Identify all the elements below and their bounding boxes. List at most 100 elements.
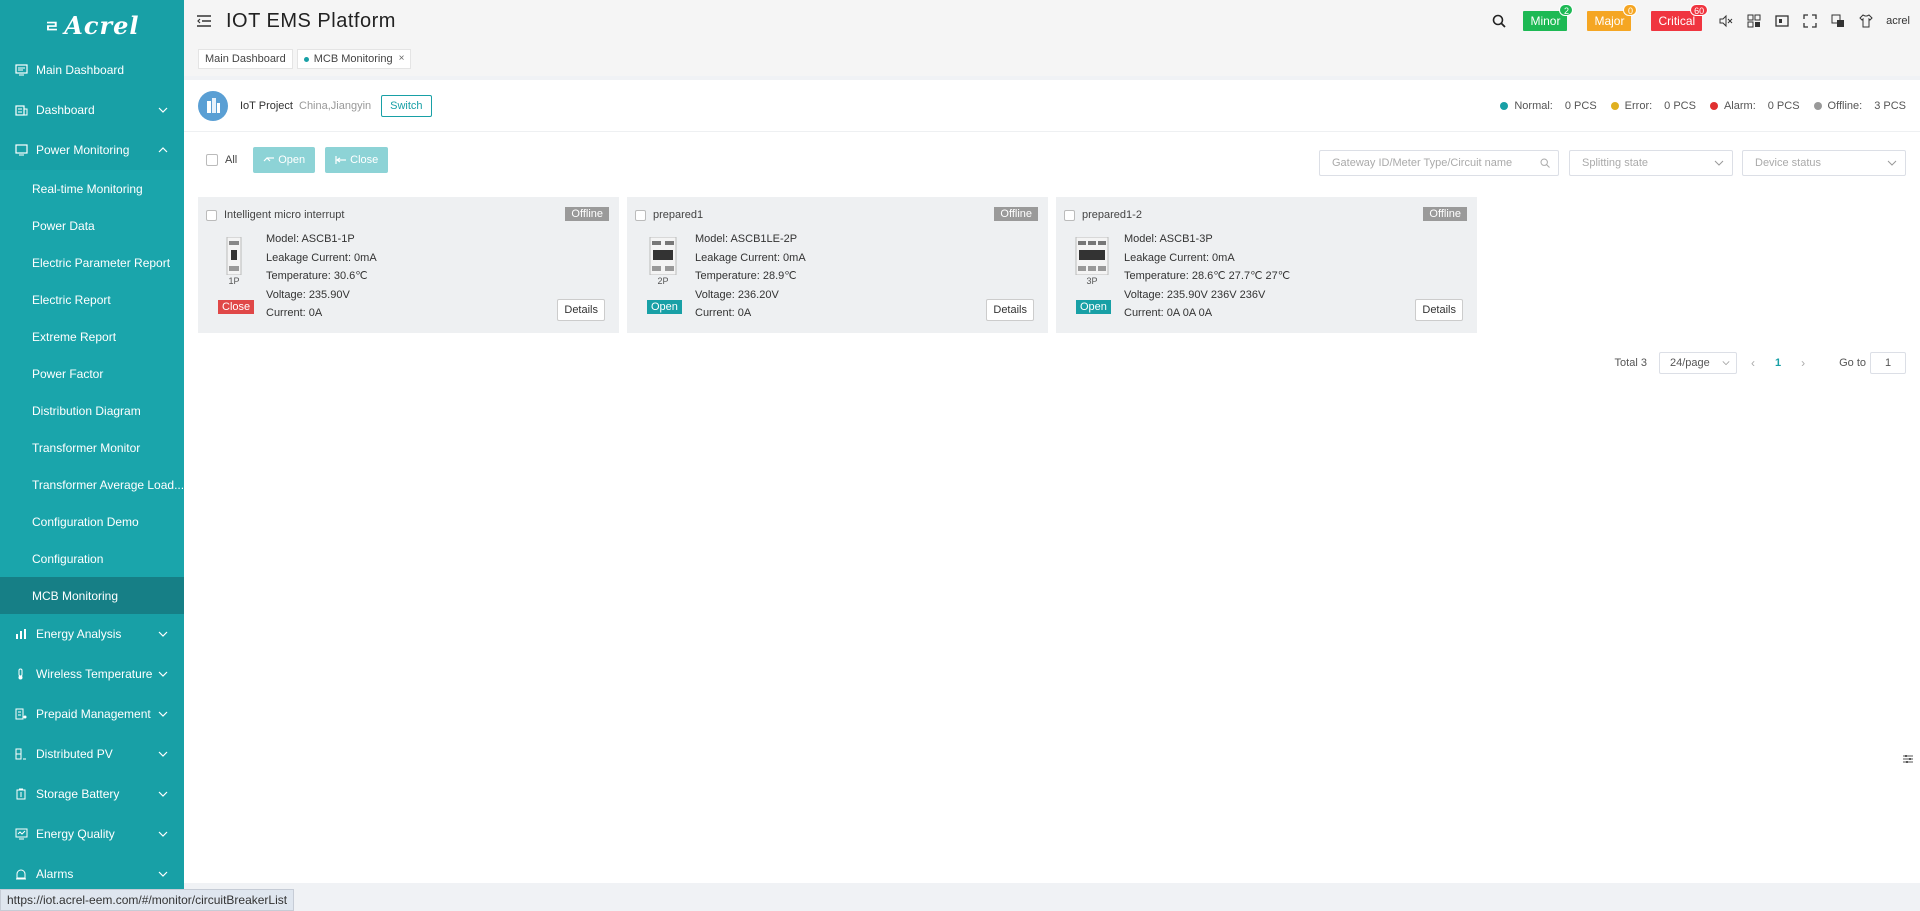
stat-offline: Offline: 3 PCS	[1813, 100, 1906, 112]
battery-icon	[14, 787, 28, 801]
details-button[interactable]: Details	[986, 299, 1034, 321]
search-icon[interactable]	[1491, 13, 1507, 29]
stat-value: 0 PCS	[1767, 100, 1800, 112]
prev-page-icon[interactable]: ‹	[1751, 356, 1755, 370]
quality-icon	[14, 827, 28, 841]
stat-label: Error:	[1624, 100, 1653, 112]
sidebar-item-power-monitoring[interactable]: Power Monitoring	[0, 130, 184, 170]
search-input[interactable]: Gateway ID/Meter Type/Circuit name	[1319, 150, 1559, 176]
mute-icon[interactable]	[1718, 13, 1734, 29]
logo-text: Acrel	[64, 10, 140, 40]
close-button[interactable]: Close	[325, 147, 389, 173]
sidebar-subitem-electric-report[interactable]: Electric Report	[0, 281, 184, 318]
chevron-down-icon	[1714, 160, 1724, 166]
sidebar-item-energy-analysis[interactable]: Energy Analysis	[0, 614, 184, 654]
sidebar-subitem-configuration[interactable]: Configuration	[0, 540, 184, 577]
tab-mcb-monitoring[interactable]: MCB Monitoring ×	[296, 49, 412, 69]
sidebar-item-distributed-pv[interactable]: Distributed PV	[0, 734, 184, 774]
sidebar-subitem-transformer-average-load[interactable]: Transformer Average Load...	[0, 466, 184, 503]
status-dot-icon	[1709, 102, 1718, 110]
page-size-select[interactable]: 24/page	[1658, 352, 1737, 374]
search-placeholder: Gateway ID/Meter Type/Circuit name	[1332, 157, 1513, 169]
sidebar-subitem-configuration-demo[interactable]: Configuration Demo	[0, 503, 184, 540]
logo[interactable]: ㄹ Acrel	[0, 0, 184, 50]
user-name[interactable]: acrel	[1886, 15, 1910, 27]
select-all-checkbox[interactable]	[206, 154, 218, 166]
stat-alarm: Alarm: 0 PCS	[1709, 100, 1800, 112]
sidebar-item-alarms[interactable]: Alarms	[0, 854, 184, 894]
sidebar-item-storage-battery[interactable]: Storage Battery	[0, 774, 184, 814]
page-number[interactable]: 1	[1775, 357, 1781, 369]
card-checkbox[interactable]	[635, 209, 646, 221]
status-placeholder: Device status	[1755, 157, 1822, 169]
status-badge: Offline	[1423, 207, 1467, 221]
sidebar-subitem-power-factor[interactable]: Power Factor	[0, 355, 184, 392]
open-button[interactable]: Open	[253, 147, 316, 173]
leakage-text: Leakage Current: 0mA	[266, 251, 377, 264]
sidebar-item-wireless-temperature[interactable]: Wireless Temperature	[0, 654, 184, 694]
sidebar-item-energy-quality[interactable]: Energy Quality	[0, 814, 184, 854]
building-icon	[14, 103, 28, 117]
sidebar-item-main-dashboard[interactable]: Main Dashboard	[0, 50, 184, 90]
fullscreen-icon[interactable]	[1802, 13, 1818, 29]
search-icon	[1540, 158, 1550, 168]
critical-alarm-button[interactable]: Critical 60	[1651, 4, 1709, 31]
tab-main-dashboard[interactable]: Main Dashboard	[198, 49, 293, 69]
critical-alarm-count: 60	[1690, 4, 1709, 16]
card-name: prepared1	[653, 209, 704, 221]
sidebar-subitem-extreme-report[interactable]: Extreme Report	[0, 318, 184, 355]
alarm-icon	[14, 867, 28, 881]
major-alarm-button[interactable]: Major 0	[1587, 4, 1638, 31]
sidebar-subitem-distribution-diagram[interactable]: Distribution Diagram	[0, 392, 184, 429]
goto-page-input[interactable]: 1	[1870, 352, 1906, 374]
grid-icon[interactable]	[1746, 13, 1762, 29]
pole-label: 1P	[228, 276, 240, 286]
menu-toggle-icon[interactable]	[196, 14, 214, 28]
card-checkbox[interactable]	[1064, 209, 1075, 221]
device-stats: Normal: 0 PCS Error: 0 PCS Alarm: 0 PCS …	[1486, 80, 1906, 132]
details-button[interactable]: Details	[1415, 299, 1463, 321]
mcb-card: prepared1 Offline 2P Open Model: ASCB1LE…	[627, 197, 1048, 333]
language-icon[interactable]	[1830, 13, 1846, 29]
sidebar-subitem-transformer-monitor[interactable]: Transformer Monitor	[0, 429, 184, 466]
select-all-label: All	[225, 154, 238, 166]
breaker-state: Open	[1076, 300, 1111, 314]
sidebar-subitem-power-data[interactable]: Power Data	[0, 207, 184, 244]
chevron-down-icon	[1887, 160, 1897, 166]
current-text: Current: 0A	[266, 307, 323, 319]
details-button[interactable]: Details	[557, 299, 605, 321]
next-page-icon[interactable]: ›	[1801, 356, 1805, 370]
minor-alarm-button[interactable]: Minor 2	[1523, 4, 1574, 31]
splitting-state-select[interactable]: Splitting state	[1569, 150, 1733, 176]
card-params: Model: ASCB1LE-2P Leakage Current: 0mA T…	[695, 230, 806, 323]
card-checkbox[interactable]	[206, 209, 217, 221]
sidebar-item-label: Energy Analysis	[36, 627, 122, 641]
minor-alarm-count: 2	[1559, 4, 1574, 16]
status-dot-icon	[1813, 102, 1822, 110]
sidebar-item-label: Distributed PV	[36, 747, 113, 761]
sidebar-item-label: Prepaid Management	[36, 707, 151, 721]
theme-shirt-icon[interactable]	[1858, 13, 1874, 29]
monitor-icon	[14, 143, 28, 157]
tab-label: MCB Monitoring	[313, 53, 393, 65]
screen-icon[interactable]	[1774, 13, 1790, 29]
sidebar-item-label: Alarms	[36, 867, 74, 881]
project-bar: IoT Project China,Jiangyin Switch Normal…	[184, 80, 1920, 132]
sidebar-item-prepaid-management[interactable]: Prepaid Management	[0, 694, 184, 734]
status-badge: Offline	[994, 207, 1038, 221]
sidebar-subitem-realtime-monitoring[interactable]: Real-time Monitoring	[0, 170, 184, 207]
close-tab-icon[interactable]: ×	[399, 50, 405, 68]
stat-value: 3 PCS	[1874, 100, 1906, 112]
switch-project-button[interactable]: Switch	[381, 94, 432, 117]
action-toolbar: All Open Close Gateway ID/Meter Type/Cir…	[184, 132, 1920, 188]
open-icon	[263, 157, 275, 162]
sidebar-subitem-mcb-monitoring[interactable]: MCB Monitoring	[0, 577, 184, 614]
chevron-down-icon	[158, 831, 168, 837]
app-title: IOT EMS Platform	[226, 9, 396, 32]
sidebar-item-dashboard[interactable]: Dashboard	[0, 90, 184, 130]
device-status-select[interactable]: Device status	[1742, 150, 1906, 176]
voltage-text: Voltage: 235.90V 236V 236V	[1124, 288, 1266, 301]
sidebar-item-label: Energy Quality	[36, 827, 115, 841]
sidebar-subitem-electric-parameter-report[interactable]: Electric Parameter Report	[0, 244, 184, 281]
settings-sliders-icon[interactable]	[1902, 753, 1914, 765]
